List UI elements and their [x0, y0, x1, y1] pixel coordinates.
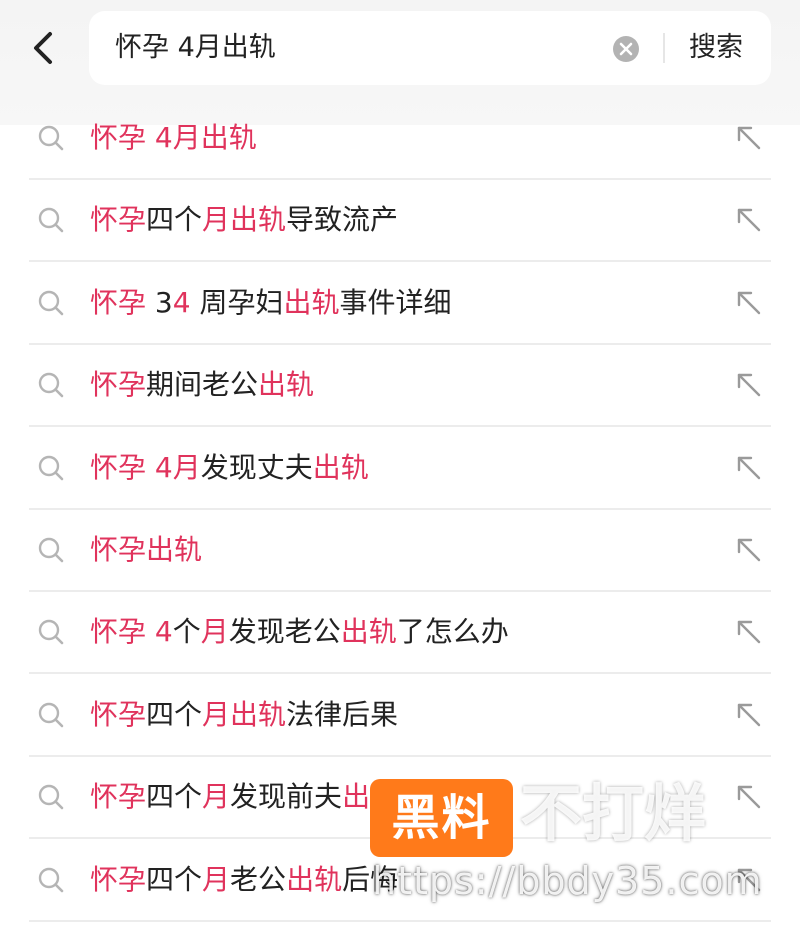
suggestion-label: 怀孕四个月老公出轨后悔	[90, 860, 398, 900]
suggestion-highlight: 怀孕	[90, 203, 147, 237]
suggestion-label: 怀孕 4月出轨	[90, 118, 257, 158]
watermark-logo-box: 黑料	[370, 779, 513, 857]
suggestion-highlight: 出轨	[258, 368, 315, 402]
search-box[interactable]: 怀孕 4月出轨 搜索	[89, 11, 771, 85]
watermark-text: 不打烊	[520, 777, 707, 850]
suggestion-highlight: 月出轨	[202, 697, 287, 731]
suggestion-label: 怀孕 4个月发现老公出轨了怎么办	[90, 612, 509, 652]
suggestion-label: 怀孕四个月发现前夫出轨	[90, 777, 398, 817]
suggestion-highlight: 怀孕	[90, 285, 147, 319]
suggestion-text: 了怎么办	[396, 615, 509, 649]
search-button[interactable]: 搜索	[689, 11, 743, 85]
search-divider	[663, 33, 665, 63]
suggestion-item[interactable]: 怀孕 4个月发现老公出轨了怎么办	[0, 590, 800, 673]
suggestion-text: 老公	[230, 862, 287, 896]
suggestion-item[interactable]: 怀孕 4月发现丈夫出轨	[0, 426, 800, 509]
search-icon	[38, 537, 64, 563]
suggestion-item[interactable]: 怀孕出轨	[0, 508, 800, 591]
search-icon	[38, 702, 64, 728]
search-icon	[38, 784, 64, 810]
arrow-up-left-icon[interactable]	[736, 455, 762, 481]
suggestion-item[interactable]: 怀孕四个月出轨导致流产	[0, 178, 800, 261]
suggestion-highlight: 怀孕 4	[90, 615, 173, 649]
arrow-up-left-icon[interactable]	[736, 290, 762, 316]
suggestion-label: 怀孕期间老公出轨	[90, 365, 314, 405]
search-input[interactable]: 怀孕 4月出轨	[115, 11, 276, 85]
clear-circle-icon[interactable]	[612, 35, 640, 63]
suggestion-text: 期间老公	[146, 368, 259, 402]
suggestion-text: 发现老公	[228, 615, 341, 649]
suggestion-label: 怀孕 34 周孕妇出轨事件详细	[90, 283, 452, 323]
suggestion-highlight: 出轨	[286, 862, 343, 896]
search-icon	[38, 125, 64, 151]
suggestion-text: 四个	[146, 780, 203, 814]
chevron-left-icon[interactable]	[24, 26, 64, 70]
suggestion-highlight: 怀孕	[90, 862, 147, 896]
arrow-up-left-icon[interactable]	[736, 372, 762, 398]
suggestion-text: 个	[172, 615, 201, 649]
suggestion-highlight: 怀孕	[90, 697, 147, 731]
search-icon	[38, 208, 64, 233]
suggestion-text: 四个	[146, 203, 203, 237]
suggestion-highlight: 怀孕	[90, 368, 147, 402]
suggestion-label: 怀孕出轨	[90, 530, 202, 570]
search-icon	[38, 290, 64, 316]
suggestion-highlight: 怀孕	[90, 780, 147, 814]
suggestion-label: 怀孕 4月发现丈夫出轨	[90, 448, 369, 488]
suggestion-text: 发现前夫	[230, 780, 343, 814]
arrow-up-left-icon[interactable]	[736, 125, 762, 151]
suggestion-highlight: 出轨	[340, 615, 397, 649]
suggestion-highlight: 怀孕 4月出轨	[90, 121, 257, 154]
suggestion-item[interactable]: 怀孕 34 周孕妇出轨事件详细	[0, 261, 800, 344]
arrow-up-left-icon[interactable]	[736, 702, 762, 728]
suggestion-text: 发现丈夫	[200, 450, 313, 484]
suggestion-text: 四个	[146, 862, 203, 896]
suggestion-label: 怀孕四个月出轨导致流产	[90, 200, 398, 240]
row-divider	[29, 919, 771, 922]
suggestion-text: 导致流产	[286, 203, 399, 237]
suggestion-text: 3	[146, 285, 173, 319]
suggestion-highlight: 月	[200, 615, 229, 649]
suggestion-highlight: 月	[202, 862, 231, 896]
suggestion-item[interactable]: 怀孕 4月出轨	[0, 96, 800, 179]
suggestion-text: 周孕妇	[190, 285, 284, 319]
arrow-up-left-icon[interactable]	[736, 207, 762, 233]
search-icon	[38, 620, 64, 645]
arrow-up-left-icon[interactable]	[736, 784, 762, 810]
suggestion-highlight: 怀孕 4月	[90, 450, 201, 484]
search-icon	[38, 455, 64, 480]
suggestion-text: 四个	[146, 697, 203, 731]
suggestion-label: 怀孕四个月出轨法律后果	[90, 695, 398, 735]
suggestion-item[interactable]: 怀孕期间老公出轨	[0, 343, 800, 426]
suggestion-highlight: 怀孕出轨	[90, 533, 203, 566]
arrow-up-left-icon[interactable]	[736, 537, 762, 563]
search-icon	[38, 867, 64, 892]
watermark-url: https://bbdy35.com	[372, 859, 763, 903]
suggestion-text: 事件详细	[339, 285, 452, 319]
arrow-up-left-icon[interactable]	[736, 619, 762, 645]
suggestion-highlight: 月	[202, 780, 231, 814]
suggestion-text: 法律后果	[286, 697, 399, 731]
search-icon	[38, 372, 64, 398]
suggestion-item[interactable]: 怀孕四个月出轨法律后果	[0, 673, 800, 756]
suggestion-highlight: 月出轨	[202, 203, 287, 237]
suggestion-highlight: 4	[172, 285, 191, 319]
suggestion-highlight: 出轨	[283, 285, 340, 319]
suggestion-highlight: 出轨	[312, 450, 369, 484]
